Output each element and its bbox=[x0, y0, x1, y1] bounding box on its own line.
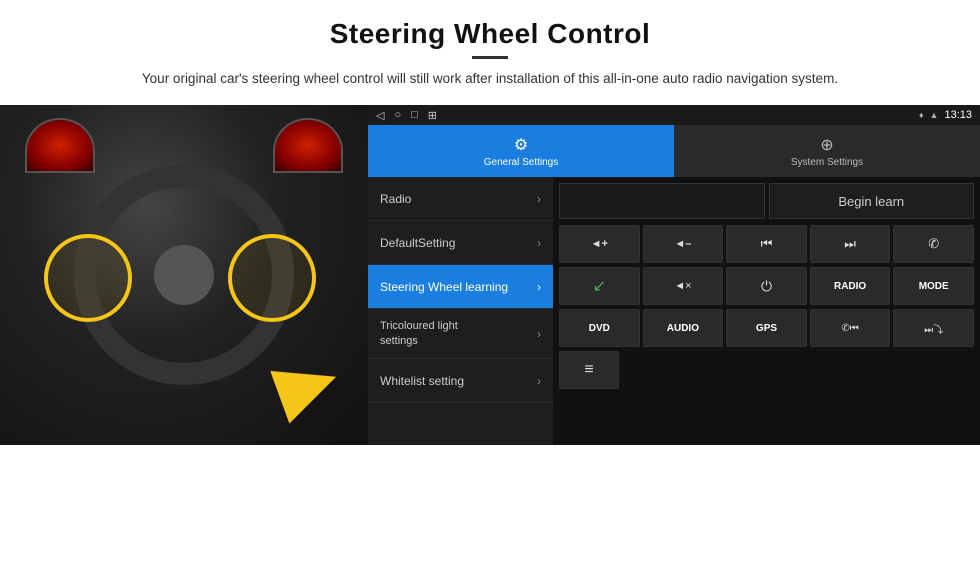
begin-learn-button[interactable]: Begin learn bbox=[769, 183, 975, 219]
subtitle: Your original car's steering wheel contr… bbox=[130, 69, 850, 89]
page-wrapper: Steering Wheel Control Your original car… bbox=[0, 0, 980, 564]
list-button[interactable]: ≡ bbox=[559, 351, 619, 389]
nav-recent-btn[interactable]: □ bbox=[411, 109, 418, 121]
gauge-area bbox=[20, 113, 348, 173]
control-grid-row1: ◄+ ◄– ⏮ ⏭ ✆ bbox=[559, 225, 974, 263]
menu-item-whitelist[interactable]: Whitelist setting › bbox=[368, 359, 553, 403]
next-track-button[interactable]: ⏭ bbox=[810, 225, 891, 263]
page-title: Steering Wheel Control bbox=[60, 18, 920, 50]
call-answer-button[interactable]: ↙ bbox=[559, 267, 640, 305]
chevron-icon-whitelist: › bbox=[537, 374, 541, 388]
power-button[interactable]: ⏻ bbox=[726, 267, 807, 305]
left-gauge bbox=[25, 118, 95, 173]
title-divider bbox=[472, 56, 508, 59]
menu-steering-label: Steering Wheel learning bbox=[380, 280, 508, 294]
nav-home-btn[interactable]: ○ bbox=[394, 109, 401, 121]
chevron-icon-default: › bbox=[537, 236, 541, 250]
control-grid-row2: ↙ ◄× ⏻ RADIO MODE bbox=[559, 267, 974, 305]
left-menu: Radio › DefaultSetting › Steering Wheel … bbox=[368, 177, 553, 445]
menu-item-tricolour[interactable]: Tricoloured lightsettings › bbox=[368, 309, 553, 359]
right-highlight-circle bbox=[228, 234, 316, 322]
header-section: Steering Wheel Control Your original car… bbox=[0, 0, 980, 97]
chevron-icon-radio: › bbox=[537, 192, 541, 206]
status-bar: ◁ ○ □ ⊞ ♦ ▲ 13:13 bbox=[368, 105, 980, 125]
content-area: ◁ ○ □ ⊞ ♦ ▲ 13:13 ⚙ General Settings bbox=[0, 105, 980, 564]
tab-bar: ⚙ General Settings ⊕ System Settings bbox=[368, 125, 980, 177]
arrow-container bbox=[278, 359, 338, 415]
panel-body: Radio › DefaultSetting › Steering Wheel … bbox=[368, 177, 980, 445]
clock: 13:13 bbox=[944, 109, 972, 121]
radio-button[interactable]: RADIO bbox=[810, 267, 891, 305]
skip-combo-button[interactable]: ⏭⤵ bbox=[893, 309, 974, 347]
steering-wheel-hub bbox=[154, 245, 214, 305]
mute-button[interactable]: ◄× bbox=[643, 267, 724, 305]
nav-grid-btn[interactable]: ⊞ bbox=[428, 109, 437, 122]
nav-buttons: ◁ ○ □ ⊞ bbox=[376, 109, 437, 122]
left-highlight-circle bbox=[44, 234, 132, 322]
prev-track-button[interactable]: ⏮ bbox=[726, 225, 807, 263]
menu-radio-label: Radio bbox=[380, 192, 411, 206]
nav-back-btn[interactable]: ◁ bbox=[376, 109, 384, 122]
gps-button[interactable]: GPS bbox=[726, 309, 807, 347]
wifi-icon: ▲ bbox=[930, 110, 939, 120]
dvd-button[interactable]: DVD bbox=[559, 309, 640, 347]
vol-up-button[interactable]: ◄+ bbox=[559, 225, 640, 263]
status-indicators: ♦ ▲ 13:13 bbox=[919, 109, 972, 121]
menu-item-steering[interactable]: Steering Wheel learning › bbox=[368, 265, 553, 309]
right-controls: Begin learn ◄+ ◄– ⏮ ⏭ ✆ ↙ ◄× ⏻ bbox=[553, 177, 980, 445]
tab-general-label: General Settings bbox=[484, 157, 559, 168]
audio-button[interactable]: AUDIO bbox=[643, 309, 724, 347]
empty-input-box bbox=[559, 183, 765, 219]
general-settings-icon: ⚙ bbox=[514, 135, 528, 155]
ui-panel: ◁ ○ □ ⊞ ♦ ▲ 13:13 ⚙ General Settings bbox=[368, 105, 980, 445]
menu-whitelist-label: Whitelist setting bbox=[380, 374, 464, 388]
control-row-top: Begin learn bbox=[559, 181, 974, 221]
tab-system-label: System Settings bbox=[791, 157, 863, 168]
mode-button[interactable]: MODE bbox=[893, 267, 974, 305]
steering-wheel-image bbox=[0, 105, 368, 445]
location-icon: ♦ bbox=[919, 110, 924, 120]
menu-item-radio[interactable]: Radio › bbox=[368, 177, 553, 221]
control-row-last: ≡ bbox=[559, 351, 974, 389]
phone-button[interactable]: ✆ bbox=[893, 225, 974, 263]
arrow-icon bbox=[270, 351, 346, 424]
control-grid-row3: DVD AUDIO GPS ✆⏮ ⏭⤵ bbox=[559, 309, 974, 347]
chevron-icon-tricolour: › bbox=[537, 327, 541, 341]
menu-tricolour-label: Tricoloured lightsettings bbox=[380, 319, 458, 348]
right-gauge bbox=[273, 118, 343, 173]
system-settings-icon: ⊕ bbox=[820, 135, 833, 155]
vol-down-button[interactable]: ◄– bbox=[643, 225, 724, 263]
phone-prev-button[interactable]: ✆⏮ bbox=[810, 309, 891, 347]
menu-default-label: DefaultSetting bbox=[380, 236, 455, 250]
tab-system-settings[interactable]: ⊕ System Settings bbox=[674, 125, 980, 177]
steering-wheel-bg bbox=[0, 105, 368, 445]
menu-item-default[interactable]: DefaultSetting › bbox=[368, 221, 553, 265]
tab-general-settings[interactable]: ⚙ General Settings bbox=[368, 125, 674, 177]
chevron-icon-steering: › bbox=[537, 280, 541, 294]
